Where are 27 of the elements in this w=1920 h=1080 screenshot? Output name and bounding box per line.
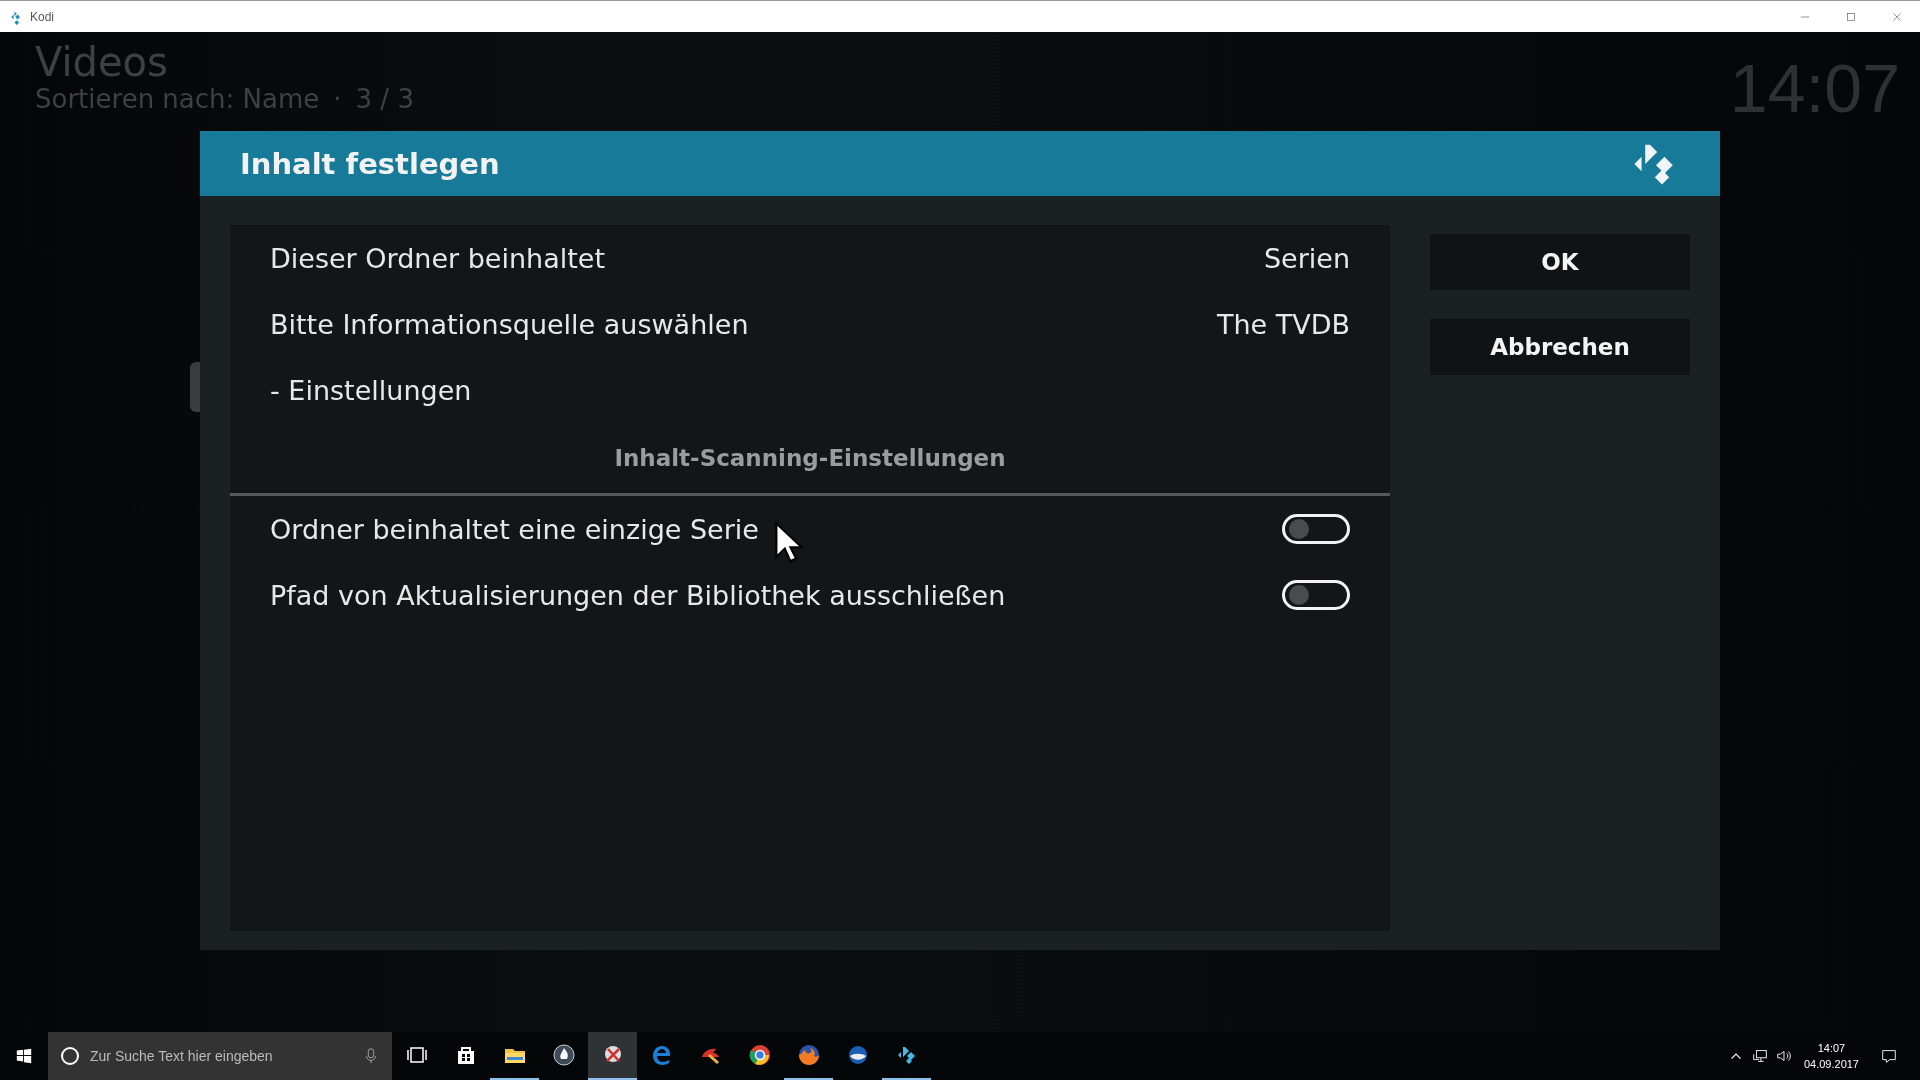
setting-label[interactable]: - Einstellungen [270,374,472,406]
setting-value[interactable]: Serien [1263,242,1350,274]
dialog-button[interactable]: Abbrechen [1430,319,1690,375]
colored-circle-icon [747,1043,772,1067]
separator-dot: · [333,84,342,114]
notification-icon[interactable] [1880,1047,1898,1065]
dialog-title: Inhalt festlegen [240,146,500,181]
toggle-switch[interactable] [1282,580,1350,610]
start-icon[interactable] [15,1047,33,1065]
circle-icon [60,1046,80,1066]
setting-label[interactable]: Bitte Informationsquelle auswählen [270,308,749,340]
window-title: Kodi [30,9,55,24]
search-field[interactable]: Zur Suche Text hier eingeben [48,1032,392,1080]
toggle-switch[interactable] [1282,514,1350,544]
setting-value[interactable]: The TVDB [1216,308,1350,340]
tray-date[interactable]: 04.09.2017 [1803,1056,1859,1073]
sort-label: Sortieren nach: Name [35,84,320,114]
network-icon[interactable] [1750,1047,1769,1065]
tray-time[interactable]: 14:07 [1817,1039,1846,1056]
taskbar-app[interactable] [588,1032,637,1080]
mouse-cursor-icon [775,522,803,564]
setting-label[interactable]: Dieser Ordner beinhaltet [270,242,605,274]
dialog-button[interactable]: OK [1430,234,1690,290]
section-title: Videos [35,40,169,84]
setting-label[interactable]: Ordner beinhaltet eine einzige Serie [270,513,759,545]
section-heading: Inhalt-Scanning-Einstellungen [614,445,1006,471]
setting-label[interactable]: Pfad von Aktualisierungen der Bibliothek ausschließen [270,579,1006,611]
